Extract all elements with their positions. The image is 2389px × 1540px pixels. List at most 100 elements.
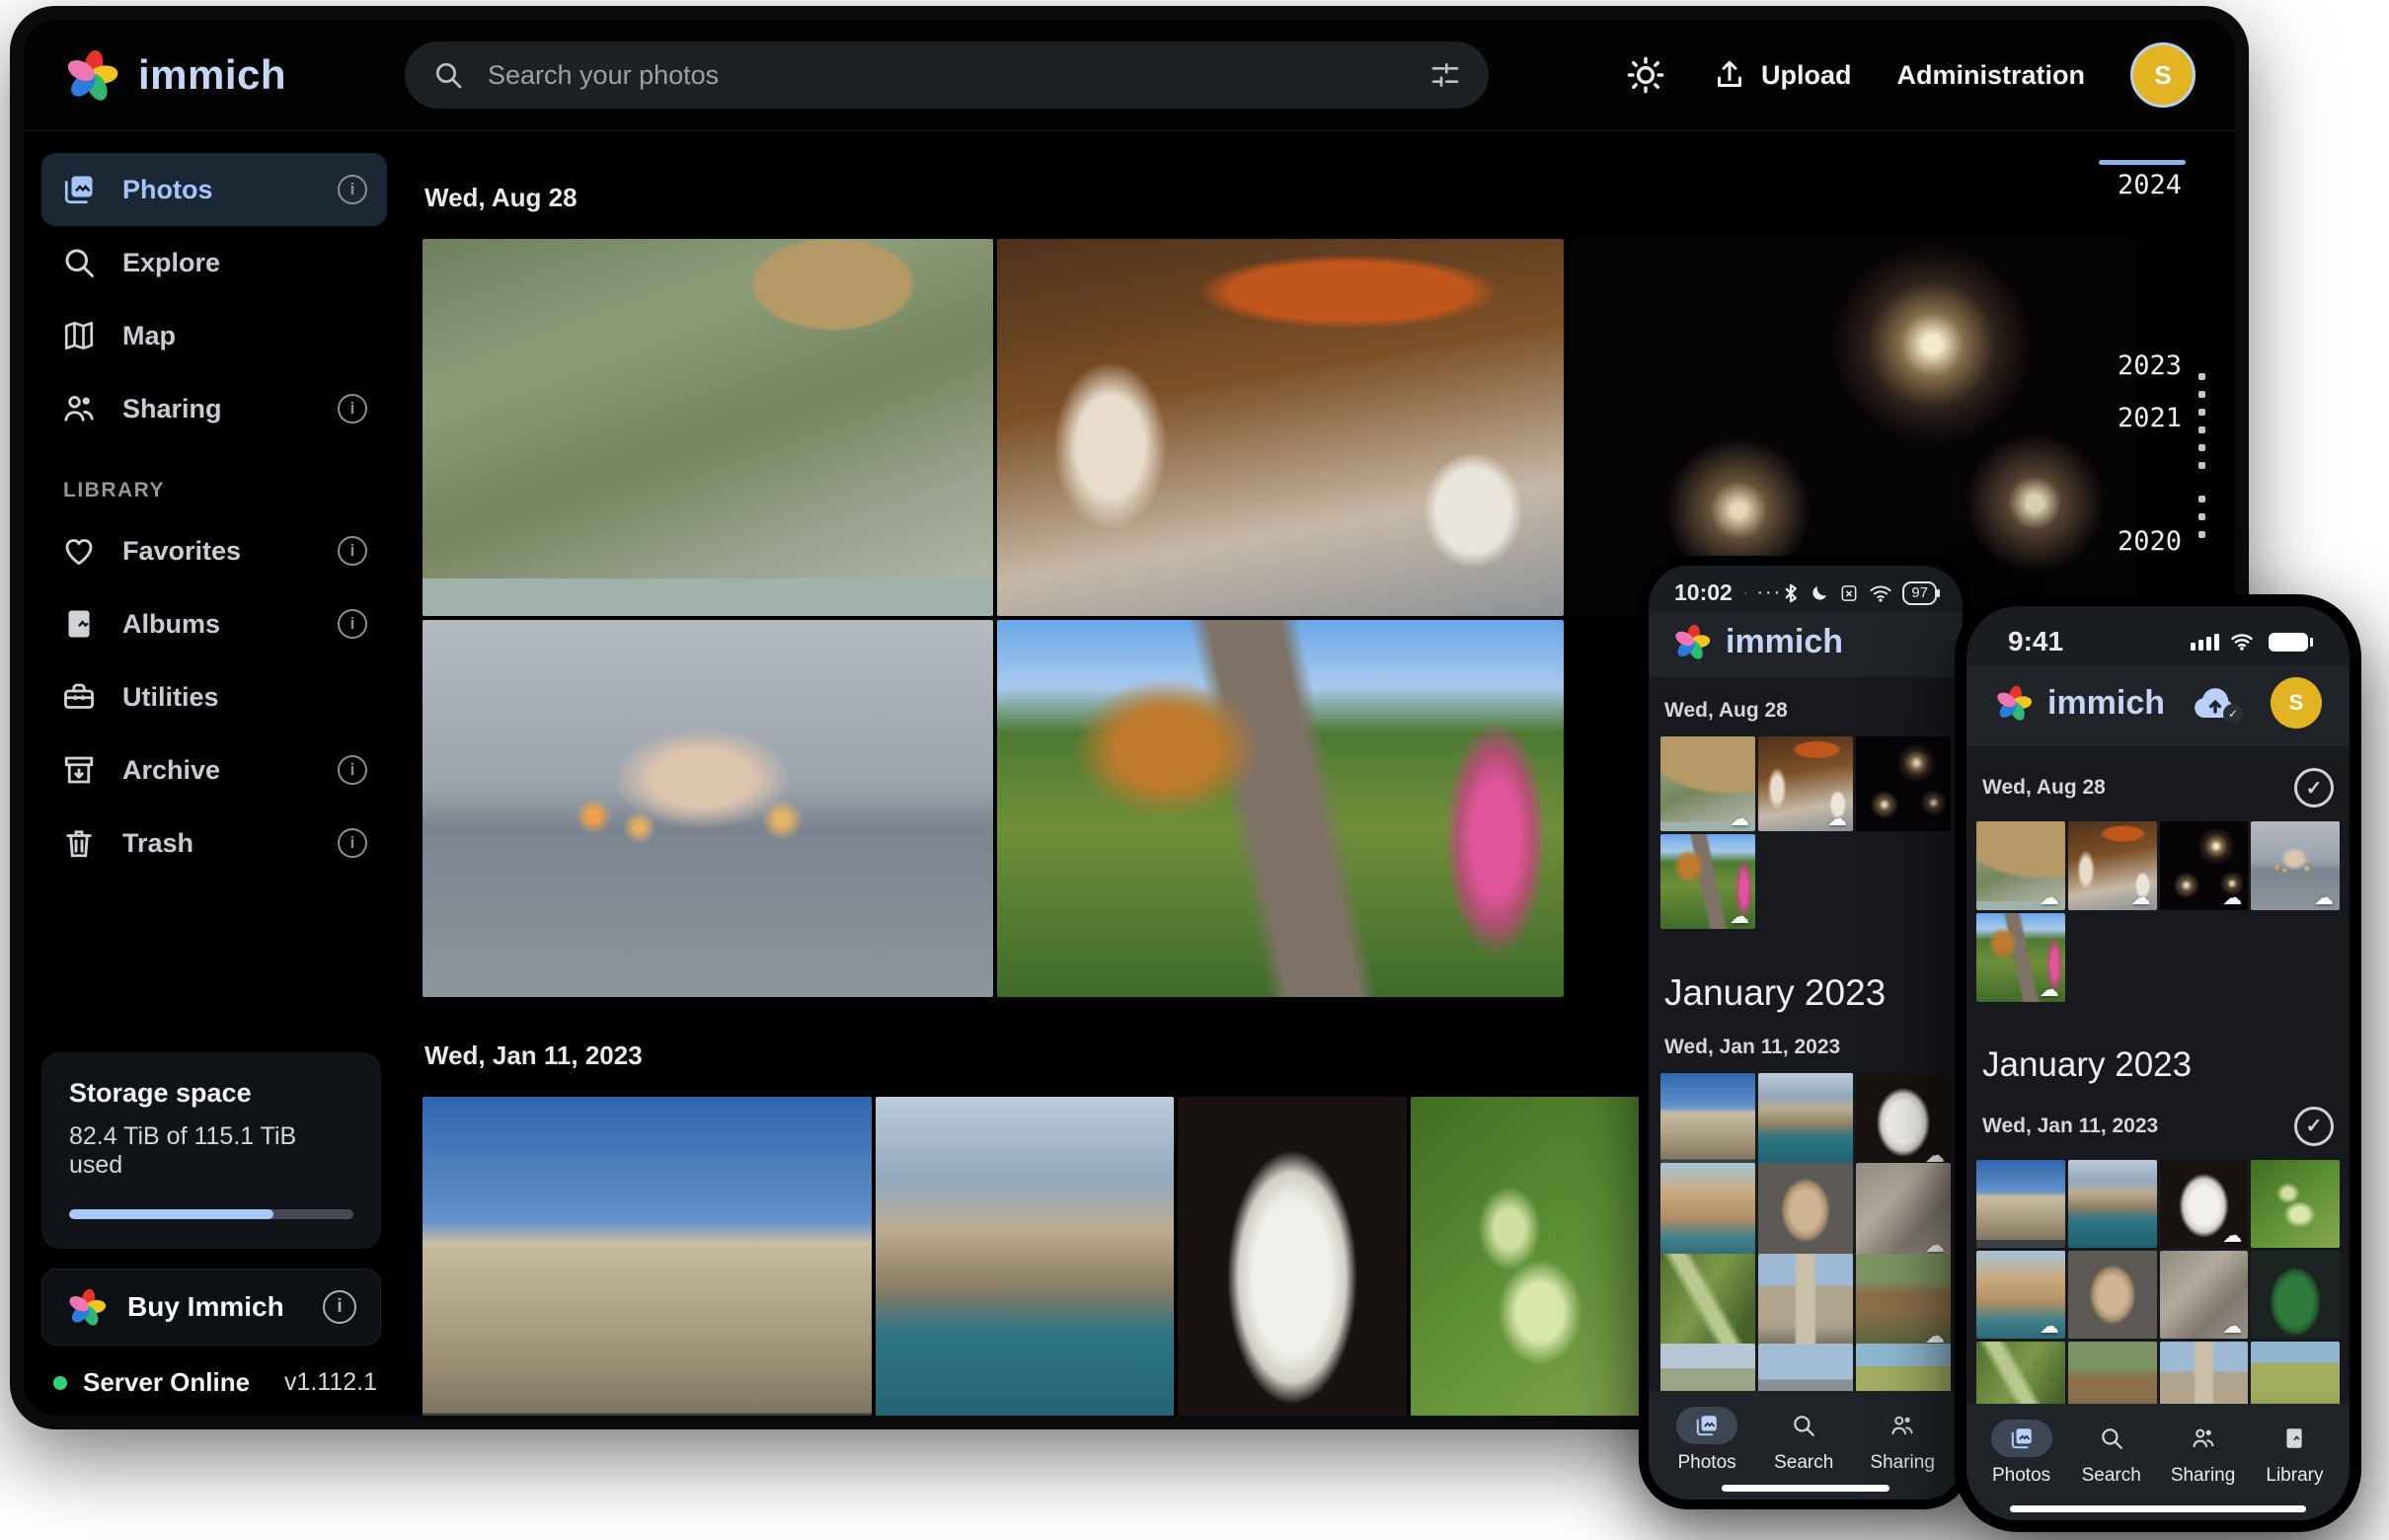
photo-thumbnail-sculpture[interactable]: ☁ xyxy=(2160,1160,2249,1249)
timeline-year[interactable]: 2020 xyxy=(2118,526,2182,557)
info-icon[interactable]: i xyxy=(323,1290,356,1324)
photo-thumbnail-park[interactable]: ☁ xyxy=(1660,834,1755,929)
sidebar-item-favorites[interactable]: Favorites i xyxy=(41,514,387,587)
battery-icon xyxy=(2269,633,2308,652)
sidebar-item-map[interactable]: Map xyxy=(41,299,387,372)
nav-library[interactable]: Library xyxy=(2264,1420,2325,1487)
search-icon xyxy=(1773,1407,1834,1444)
info-icon[interactable]: i xyxy=(338,828,367,858)
user-avatar[interactable]: S xyxy=(2271,677,2322,729)
photo-thumbnail-sculpture[interactable] xyxy=(1178,1097,1407,1416)
buy-immich-button[interactable]: Buy Immich i xyxy=(41,1269,381,1346)
cloud-sync-icon: ☁ xyxy=(1827,808,1847,828)
sidebar-item-utilities[interactable]: Utilities xyxy=(41,660,387,733)
photo-thumbnail-dinner[interactable]: ☁ xyxy=(2068,821,2157,910)
sidebar-item-sharing[interactable]: Sharing i xyxy=(41,372,387,445)
info-icon[interactable]: i xyxy=(338,609,367,639)
photo-thumbnail-castle-sea[interactable] xyxy=(1758,1073,1853,1168)
photo-thumbnail-plant[interactable] xyxy=(1411,1097,1646,1416)
sidebar-item-albums[interactable]: Albums i xyxy=(41,587,387,660)
photo-thumbnail-park[interactable] xyxy=(997,620,1564,997)
photo-thumbnail-dinner[interactable] xyxy=(997,239,1564,616)
photo-thumbnail-hands[interactable] xyxy=(423,620,993,997)
photo-thumbnail-plant[interactable] xyxy=(2251,1160,2340,1249)
info-icon[interactable]: i xyxy=(338,536,367,566)
sidebar-section-library: LIBRARY xyxy=(63,479,387,502)
phone1-content: Wed, Aug 28 ☁☁☁ January 2023 Wed, Jan 11… xyxy=(1649,677,1963,1500)
cloud-sync-icon: ☁ xyxy=(1925,1145,1945,1165)
timeline-cursor[interactable] xyxy=(2099,160,2186,165)
theme-toggle-sun-icon[interactable] xyxy=(1625,54,1666,96)
photo-thumbnail-castle[interactable] xyxy=(1660,1073,1755,1168)
photo-thumbnail-sculpture[interactable]: ☁ xyxy=(1856,1073,1951,1168)
info-icon[interactable]: i xyxy=(338,755,367,785)
cloud-sync-icon: ☁ xyxy=(2040,979,2059,999)
nav-photos[interactable]: Photos xyxy=(1676,1407,1737,1474)
search-bar[interactable] xyxy=(405,41,1489,109)
photo-thumbnail-castle-sea[interactable] xyxy=(2068,1160,2157,1249)
photo-thumbnail-castle-sea[interactable] xyxy=(876,1097,1174,1416)
phone2-status-icons xyxy=(2191,632,2308,652)
nav-search[interactable]: Search xyxy=(1773,1407,1834,1474)
cellular-signal-icon xyxy=(2191,634,2219,651)
search-filters-icon[interactable] xyxy=(1429,59,1461,91)
backup-cloud-button[interactable]: ✓ xyxy=(2192,684,2239,722)
photo-thumbnail-stone-wall[interactable]: ☁ xyxy=(1856,1163,1951,1258)
home-indicator[interactable] xyxy=(2010,1505,2306,1512)
photo-thumbnail-stone-wall[interactable]: ☁ xyxy=(2160,1251,2249,1340)
user-avatar[interactable]: S xyxy=(2130,42,2196,108)
timeline-year[interactable]: 2023 xyxy=(2118,350,2182,381)
app-title: immich xyxy=(1726,623,1843,661)
photo-thumbnail-dinner[interactable]: ☁ xyxy=(1758,736,1853,831)
sidebar-label: Map xyxy=(122,321,176,351)
timeline-year[interactable]: 2024 xyxy=(2118,170,2182,200)
photo-thumbnail-castle[interactable] xyxy=(1976,1160,2065,1249)
photo-thumbnail-park[interactable]: ☁ xyxy=(1976,913,2065,1002)
photo-thumbnail-lizard[interactable] xyxy=(1660,1254,1755,1348)
nav-label: Library xyxy=(2266,1465,2323,1487)
photo-thumbnail-zoo[interactable]: ☁ xyxy=(1976,821,2065,910)
select-all-check-icon[interactable]: ✓ xyxy=(2294,1107,2334,1146)
photo-thumbnail-beach[interactable] xyxy=(1660,1163,1755,1258)
nav-photos[interactable]: Photos xyxy=(1991,1420,2052,1487)
photo-thumbnail-zoo[interactable]: ☁ xyxy=(1660,736,1755,831)
sidebar-label: Utilities xyxy=(122,682,219,713)
heart-icon xyxy=(61,533,97,569)
server-version: v1.112.1 xyxy=(284,1368,377,1397)
upload-button[interactable]: Upload xyxy=(1712,57,1852,93)
photo-thumbnail-beach[interactable]: ☁ xyxy=(1976,1251,2065,1340)
select-all-check-icon[interactable]: ✓ xyxy=(2294,768,2334,808)
administration-link[interactable]: Administration xyxy=(1896,60,2085,91)
dnd-priority-icon xyxy=(1744,582,1747,604)
photo-thumbnail-bridge[interactable]: ☁ xyxy=(1856,1254,1951,1348)
info-icon[interactable]: i xyxy=(338,394,367,424)
upload-label: Upload xyxy=(1761,60,1852,91)
photo-thumbnail-castle[interactable] xyxy=(423,1097,872,1416)
home-indicator[interactable] xyxy=(1722,1485,1889,1492)
nav-sharing[interactable]: Sharing xyxy=(1870,1407,1935,1474)
search-input[interactable] xyxy=(486,59,1408,92)
photo-thumbnail-tower[interactable] xyxy=(1758,1254,1853,1348)
photo-thumbnail-sculpture2[interactable] xyxy=(2068,1251,2157,1340)
nav-label: Photos xyxy=(1992,1465,2050,1487)
nav-sharing[interactable]: Sharing xyxy=(2171,1420,2236,1487)
photo-thumbnail-hands[interactable]: ☁ xyxy=(2251,821,2340,910)
photo-thumbnail-sculpture2[interactable] xyxy=(1758,1163,1853,1258)
sidebar-item-trash[interactable]: Trash i xyxy=(41,807,387,880)
info-icon[interactable]: i xyxy=(338,175,367,204)
sidebar-item-photos[interactable]: Photos i xyxy=(41,153,387,226)
upload-icon xyxy=(1712,57,1747,93)
timeline-year[interactable]: 2021 xyxy=(2118,403,2182,433)
nav-label: Photos xyxy=(1678,1452,1736,1474)
sidebar-item-explore[interactable]: Explore xyxy=(41,226,387,299)
photo-thumbnail-fireworks[interactable]: ☁ xyxy=(2160,821,2249,910)
library-icon xyxy=(2264,1420,2325,1457)
photo-thumbnail-zoo[interactable] xyxy=(423,239,993,616)
nav-search[interactable]: Search xyxy=(2081,1420,2142,1487)
photo-thumbnail-fireworks[interactable] xyxy=(1856,736,1951,831)
app-title: immich xyxy=(2047,684,2165,723)
sidebar-item-archive[interactable]: Archive i xyxy=(41,733,387,807)
date-group-header: Wed, Jan 11, 2023 xyxy=(1649,1014,1963,1073)
date-group-header: Wed, Aug 28 ✓ xyxy=(1966,746,2350,821)
photo-thumbnail-xmas[interactable] xyxy=(2251,1251,2340,1340)
